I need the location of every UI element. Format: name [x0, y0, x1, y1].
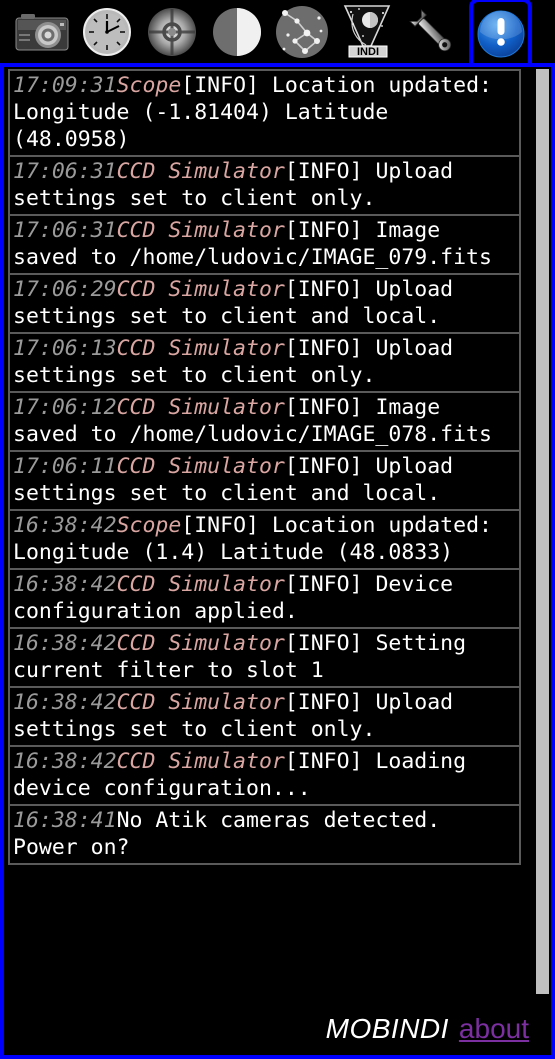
log-entry-device: CCD Simulator: [116, 631, 285, 656]
main-toolbar: INDI: [0, 0, 555, 65]
indi-telescope-icon: INDI: [339, 4, 395, 60]
toolbar-item-settings[interactable]: [400, 0, 463, 63]
constellation-icon: [275, 5, 329, 59]
log-entry: 16:38:42CCD Simulator[INFO] Device confi…: [8, 568, 521, 627]
log-entry-list: 17:09:31Scope[INFO] Location updated: Lo…: [8, 69, 521, 865]
wrench-icon: [406, 6, 458, 58]
log-entry: 16:38:42Scope[INFO] Location updated: Lo…: [8, 509, 521, 568]
log-entry-device: Scope: [116, 513, 182, 538]
log-entry: 16:38:42CCD Simulator[INFO] Loading devi…: [8, 745, 521, 804]
log-entry-timestamp: 16:38:42: [13, 513, 117, 538]
log-entry: 17:06:13CCD Simulator[INFO] Upload setti…: [8, 332, 521, 391]
log-entry-device: CCD Simulator: [116, 749, 285, 774]
log-entry-timestamp: 17:06:12: [13, 395, 117, 420]
log-entry-timestamp: 17:06:13: [13, 336, 117, 361]
log-entry: 17:06:31CCD Simulator[INFO] Upload setti…: [8, 155, 521, 214]
toolbar-item-constellation[interactable]: [270, 0, 333, 63]
toolbar-item-focuser[interactable]: [140, 0, 203, 63]
focuser-icon: [146, 6, 198, 58]
log-entry-timestamp: 16:38:41: [13, 808, 117, 833]
about-link[interactable]: about: [459, 1013, 529, 1045]
mobindi-app: INDI 17:09:31Scope[INFO] Location update…: [0, 0, 555, 1059]
camera-icon: [15, 11, 69, 53]
log-entry: 16:38:41No Atik cameras detected. Power …: [8, 804, 521, 865]
log-entry-device: CCD Simulator: [116, 454, 285, 479]
log-entry-timestamp: 16:38:42: [13, 572, 117, 597]
toolbar-item-indi[interactable]: INDI: [335, 0, 398, 63]
toolbar-item-moon-phase[interactable]: [205, 0, 268, 63]
svg-text:INDI: INDI: [357, 46, 379, 58]
log-entry-timestamp: 17:06:29: [13, 277, 117, 302]
log-entry-device: CCD Simulator: [116, 277, 285, 302]
log-entry-timestamp: 16:38:42: [13, 690, 117, 715]
log-entry-device: CCD Simulator: [116, 218, 285, 243]
messages-panel: 17:09:31Scope[INFO] Location updated: Lo…: [0, 63, 555, 1059]
log-scrollbar[interactable]: [533, 67, 551, 1003]
log-entry-timestamp: 17:09:31: [13, 73, 117, 98]
log-entry-device: CCD Simulator: [116, 690, 285, 715]
log-entry: 17:06:29CCD Simulator[INFO] Upload setti…: [8, 273, 521, 332]
clock-icon: [82, 7, 132, 57]
toolbar-item-clock[interactable]: [75, 0, 138, 63]
log-entry-device: CCD Simulator: [116, 159, 285, 184]
log-entry-timestamp: 16:38:42: [13, 749, 117, 774]
log-entry: 16:38:42CCD Simulator[INFO] Upload setti…: [8, 686, 521, 745]
log-entry-timestamp: 17:06:31: [13, 218, 117, 243]
log-entry-timestamp: 17:06:31: [13, 159, 117, 184]
panel-footer: MOBINDI about: [4, 1003, 551, 1055]
toolbar-item-camera[interactable]: [10, 0, 73, 63]
log-entry: 17:06:12CCD Simulator[INFO] Image saved …: [8, 391, 521, 450]
log-entry-device: CCD Simulator: [116, 572, 285, 597]
log-entry-device: CCD Simulator: [116, 395, 285, 420]
log-scroll-area[interactable]: 17:09:31Scope[INFO] Location updated: Lo…: [4, 67, 551, 1003]
moon-phase-icon: [212, 7, 262, 57]
log-entry-device: CCD Simulator: [116, 336, 285, 361]
log-entry: 17:06:31CCD Simulator[INFO] Image saved …: [8, 214, 521, 273]
log-entry: 17:06:11CCD Simulator[INFO] Upload setti…: [8, 450, 521, 509]
toolbar-item-notifications[interactable]: [469, 0, 532, 65]
log-entry: 17:09:31Scope[INFO] Location updated: Lo…: [8, 69, 521, 155]
log-entry-timestamp: 17:06:11: [13, 454, 117, 479]
notifications-icon: [476, 9, 526, 59]
app-brand: MOBINDI: [325, 1013, 449, 1044]
log-entry: 16:38:42CCD Simulator[INFO] Setting curr…: [8, 627, 521, 686]
log-scrollbar-thumb[interactable]: [536, 69, 549, 994]
log-entry-timestamp: 16:38:42: [13, 631, 117, 656]
log-entry-device: Scope: [116, 73, 182, 98]
